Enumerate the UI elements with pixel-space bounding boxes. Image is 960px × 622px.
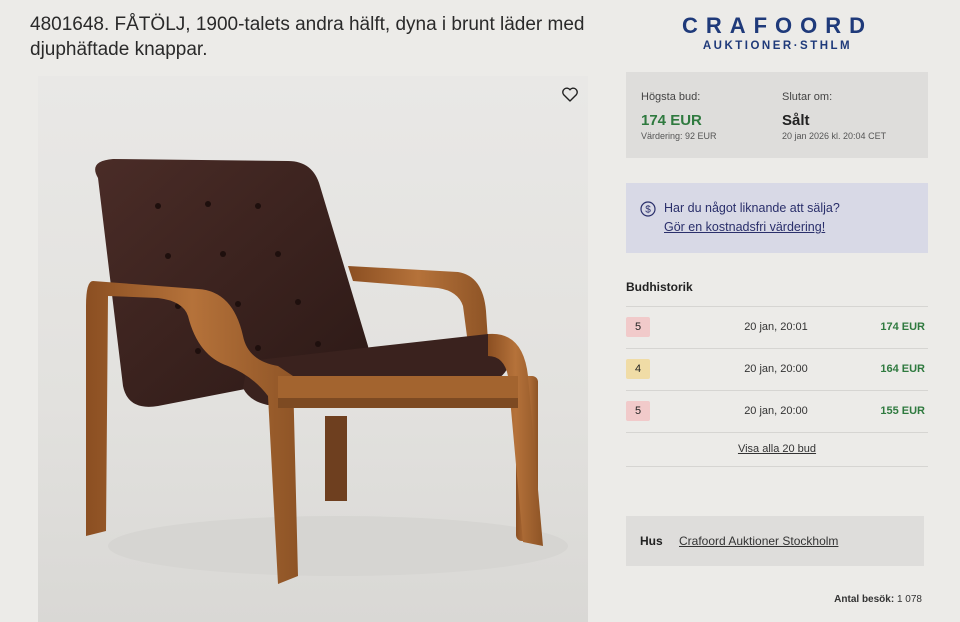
estimate: Värdering: 92 EUR — [641, 131, 717, 141]
free-valuation-link[interactable]: Gör en kostnadsfri värdering! — [664, 220, 825, 234]
bid-amount: 174 EUR — [880, 321, 925, 333]
product-photo[interactable] — [38, 76, 588, 622]
sell-prompt: $ Har du något liknande att sälja? Gör e… — [626, 183, 928, 253]
ends-status: Sålt — [782, 112, 810, 129]
logo-line2: AUKTIONER·STHLM — [702, 40, 853, 52]
show-all-bids-link[interactable]: Visa alla 20 bud — [738, 443, 816, 455]
bid-time: 20 jan, 20:00 — [744, 405, 808, 417]
highest-bid-label: Högsta bud: — [641, 91, 701, 103]
sell-question: Har du något liknande att sälja? — [664, 201, 840, 215]
bidder-badge: 5 — [626, 401, 650, 421]
bid-row: 4 20 jan, 20:00 164 EUR — [626, 348, 928, 390]
visits-label: Antal besök: — [834, 594, 895, 605]
bid-time: 20 jan, 20:01 — [744, 321, 808, 333]
ends-label: Slutar om: — [782, 91, 833, 103]
bid-row: 5 20 jan, 20:00 155 EUR — [626, 390, 928, 432]
auction-house: Hus Crafoord Auktioner Stockholm — [626, 516, 924, 566]
svg-text:$: $ — [645, 205, 651, 216]
bid-summary: Högsta bud: 174 EUR Värdering: 92 EUR Sl… — [626, 72, 928, 158]
lot-title: 4801648. FÅTÖLJ, 1900-talets andra hälft… — [30, 14, 585, 60]
bid-row: 5 20 jan, 20:01 174 EUR — [626, 306, 928, 348]
brand-logo[interactable]: CRAFOORD AUKTIONER·STHLM — [640, 14, 915, 54]
bid-amount: 155 EUR — [880, 405, 925, 417]
house-label: Hus — [640, 534, 663, 548]
bid-history-title: Budhistorik — [626, 280, 693, 294]
bid-history-list: 5 20 jan, 20:01 174 EUR 4 20 jan, 20:00 … — [626, 306, 928, 467]
logo-line1: CRAFOORD — [681, 13, 874, 38]
bidder-badge: 5 — [626, 317, 650, 337]
armchair-image — [86, 159, 568, 584]
heart-icon — [562, 87, 578, 102]
highest-bid-value: 174 EUR — [641, 112, 702, 129]
show-all-bids: Visa alla 20 bud — [626, 432, 928, 467]
bid-time: 20 jan, 20:00 — [744, 363, 808, 375]
visit-count: Antal besök: 1 078 — [834, 594, 922, 605]
favorite-button[interactable] — [558, 82, 582, 106]
bidder-badge: 4 — [626, 359, 650, 379]
visits-value: 1 078 — [896, 594, 922, 605]
bid-amount: 164 EUR — [880, 363, 925, 375]
ends-date: 20 jan 2026 kl. 20:04 CET — [782, 131, 887, 141]
house-link[interactable]: Crafoord Auktioner Stockholm — [679, 534, 838, 548]
currency-circle-icon: $ — [640, 201, 656, 217]
